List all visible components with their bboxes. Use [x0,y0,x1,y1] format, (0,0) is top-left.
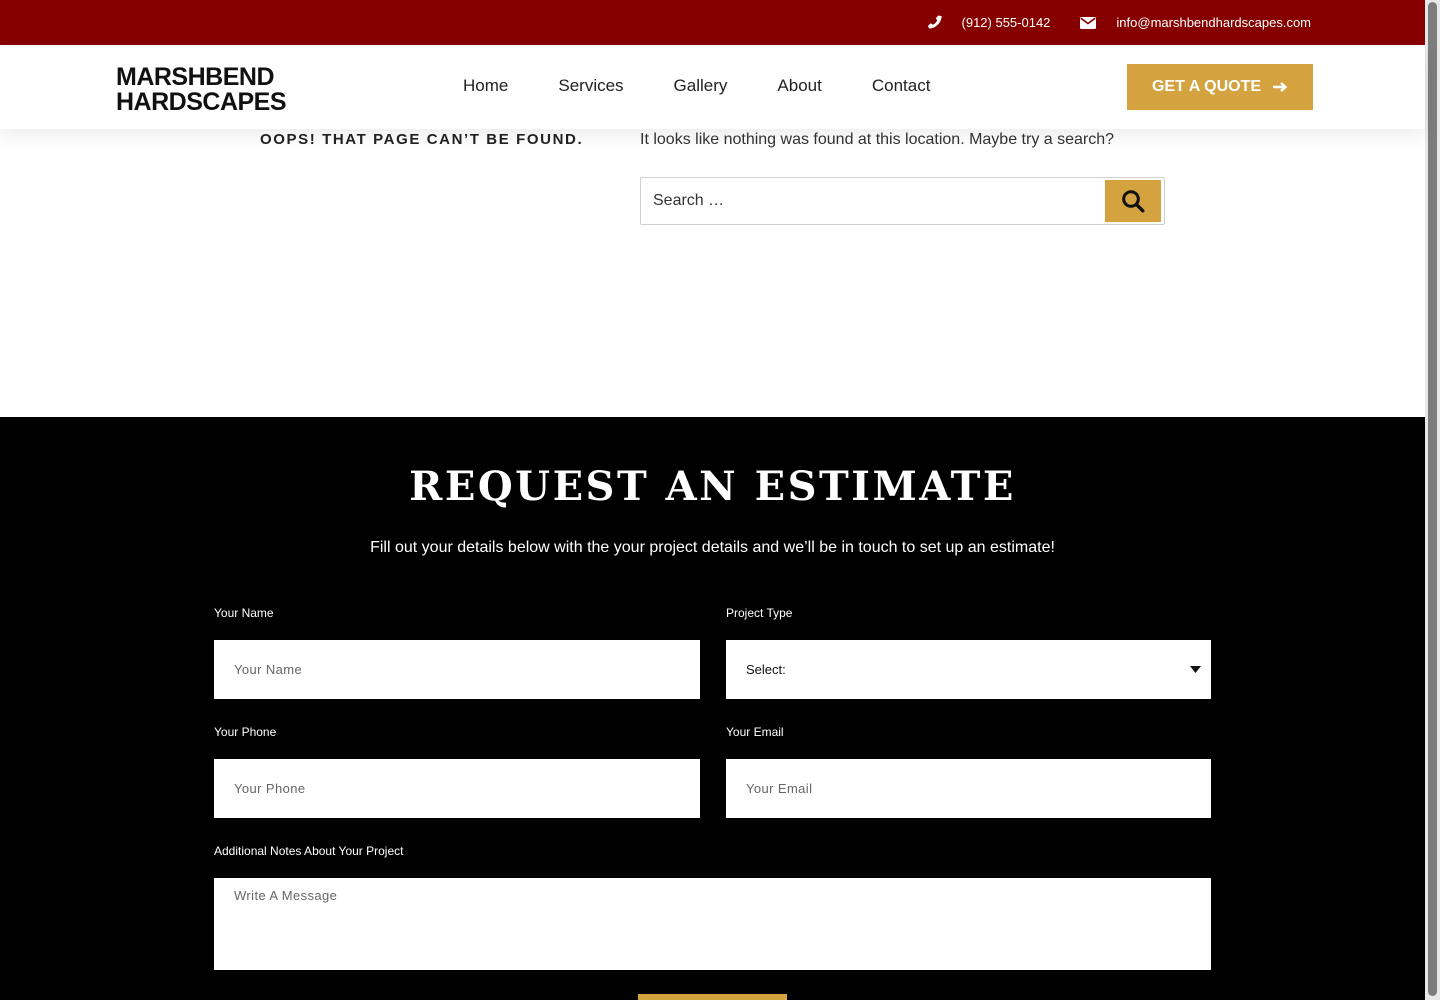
nav-contact[interactable]: Contact [872,76,931,96]
main-nav: Home Services Gallery About Contact [463,76,980,96]
site-header: MARSHBEND HARDSCAPES Home Services Galle… [0,45,1425,129]
get-a-quote-label: GET A QUOTE [1151,78,1262,95]
get-a-quote-button[interactable]: GET A QUOTE [1127,64,1313,110]
arrow-right-icon [1273,82,1288,92]
scrollbar-thumb[interactable] [1428,2,1437,996]
top-email[interactable]: info@marshbendhardscapes.com [1080,15,1311,30]
top-phone-text: (912) 555-0142 [961,15,1051,30]
top-email-text: info@marshbendhardscapes.com [1116,15,1311,30]
not-found-message: It looks like nothing was found at this … [640,131,1115,148]
top-phone[interactable]: (912) 555-0142 [926,15,1051,31]
not-found-title: OOPS! THAT PAGE CAN’T BE FOUND. [260,131,584,148]
notes-textarea[interactable] [214,878,1211,970]
search-form [640,177,1165,225]
phone-input[interactable] [214,759,700,818]
nav-about[interactable]: About [777,76,821,96]
logo-line-2: HARDSCAPES [116,88,287,116]
notes-label: Additional Notes About Your Project [214,844,404,858]
project-type-select[interactable]: Select: [726,640,1211,699]
nav-gallery[interactable]: Gallery [674,76,728,96]
name-label: Your Name [214,606,274,620]
email-input[interactable] [726,759,1211,818]
search-input[interactable] [641,178,1101,224]
nav-home[interactable]: Home [463,76,508,96]
page-scrollbar[interactable] [1425,0,1440,1000]
site-logo[interactable]: MARSHBEND HARDSCAPES [116,63,287,116]
caret-down-icon [1190,666,1201,673]
top-contact-bar: (912) 555-0142 info@marshbendhardscapes.… [0,0,1425,45]
project-type-value: Select: [746,662,786,677]
name-input[interactable] [214,640,700,699]
email-label: Your Email [726,725,784,739]
estimate-heading: REQUEST AN ESTIMATE [409,463,1016,510]
search-icon [1122,190,1145,213]
envelope-icon [1080,16,1097,29]
search-submit-button[interactable] [1105,180,1161,222]
estimate-section: REQUEST AN ESTIMATE Fill out your detail… [0,417,1425,1000]
project-type-label: Project Type [726,606,793,620]
estimate-subheading: Fill out your details below with the you… [370,539,1055,556]
phone-icon [927,15,942,28]
submit-button[interactable] [638,994,787,1000]
nav-services[interactable]: Services [558,76,623,96]
phone-label: Your Phone [214,725,277,739]
logo-line-1: MARSHBEND [116,63,275,91]
